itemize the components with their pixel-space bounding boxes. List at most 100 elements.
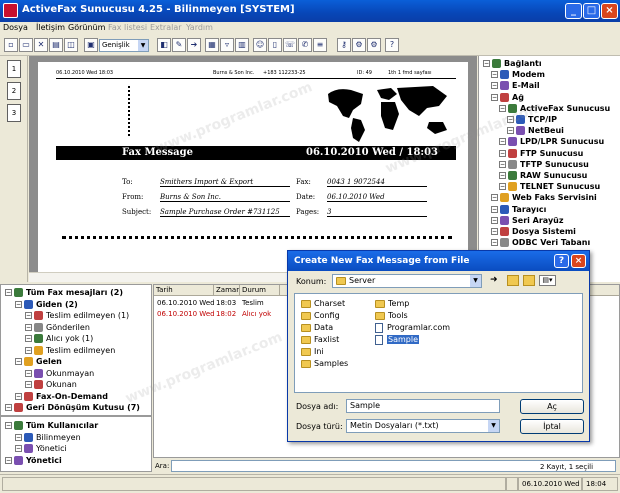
expand-icon[interactable]: − [507,116,514,123]
settings-icon[interactable]: ⚙ [352,38,366,52]
right_tree-item-14[interactable]: − Seri Arayüz [491,215,564,226]
preview-icon[interactable]: ◫ [64,38,78,52]
folder-item[interactable]: Config [301,310,340,321]
fax_tree-item-3[interactable]: − Gönderilen [25,322,90,333]
fax_tree-item-5[interactable]: − Teslim edilmeyen [25,345,115,356]
filetype-select[interactable]: Metin Dosyaları (*.txt) ▼ [346,419,500,433]
options-icon[interactable]: ⚙ [367,38,381,52]
fax_tree-item-1[interactable]: − Giden (2) [15,299,78,310]
new-folder-icon[interactable] [523,275,535,286]
columns-icon[interactable]: ▦ [205,38,219,52]
expand-icon[interactable]: − [15,433,22,441]
right_tree-item-0[interactable]: − Bağlantı [483,58,542,69]
expand-icon[interactable]: − [491,216,498,224]
right_tree-item-5[interactable]: − TCP/IP [507,114,557,125]
image-icon[interactable]: ◧ [157,38,171,52]
expand-icon[interactable]: − [15,300,22,308]
folder-item[interactable]: Samples [301,358,348,369]
expand-icon[interactable]: − [25,312,32,319]
right_tree-item-9[interactable]: − TFTP Sunucusu [499,159,589,170]
address-book-icon[interactable]: ▯ [268,38,282,52]
file-list[interactable]: Charset Config Data Faxlist Ini Samples Temp T… [294,293,583,393]
expand-icon[interactable]: − [491,194,498,202]
expand-icon[interactable]: − [25,381,32,388]
expand-icon[interactable]: − [5,404,12,411]
expand-icon[interactable]: − [491,239,498,247]
folder-item[interactable]: Charset [301,298,345,309]
expand-icon[interactable]: − [491,71,498,79]
menu-4[interactable]: Extralar [150,23,182,32]
expand-icon[interactable]: − [15,392,22,400]
expand-icon[interactable]: − [499,172,506,179]
grid-icon[interactable]: ▥ [235,38,249,52]
expand-icon[interactable]: − [499,183,506,191]
print-icon[interactable]: ▤ [49,38,63,52]
fax_tree-item-2[interactable]: − Teslim edilmeyen (1) [25,310,129,321]
expand-icon[interactable]: − [483,60,490,67]
menu-3[interactable]: Fax listesi [108,23,147,32]
open-icon[interactable]: ▭ [19,38,33,52]
user_tree-item-3[interactable]: − Yönetici [5,455,62,466]
users-icon[interactable]: ☺ [253,38,267,52]
expand-icon[interactable]: − [5,456,12,464]
fax-icon[interactable]: ☏ [283,38,297,52]
user_tree-item-0[interactable]: − Tüm Kullanıcılar [5,420,98,431]
right_tree-item-13[interactable]: − Tarayıcı [491,204,546,215]
expand-icon[interactable]: − [491,82,498,90]
expand-icon[interactable]: − [25,323,32,331]
expand-icon[interactable]: − [491,205,498,213]
expand-icon[interactable]: − [25,369,32,377]
user_tree-item-2[interactable]: − Yönetici [15,443,67,454]
right_tree-item-7[interactable]: − LPD/LPR Sunucusu [499,136,604,147]
up-folder-icon[interactable] [507,275,519,286]
folder-item[interactable]: Faxlist [301,334,339,345]
expand-icon[interactable]: − [15,358,22,365]
minimize-button[interactable]: _ [565,3,582,19]
expand-icon[interactable]: − [25,346,32,354]
folder-item[interactable]: Temp [375,298,409,309]
column-header-time[interactable]: Zaman [214,285,240,296]
dialog-help-button[interactable]: ? [554,254,569,268]
expand-icon[interactable]: − [491,93,498,101]
file-item[interactable]: Programlar.com [375,322,450,333]
right_tree-item-4[interactable]: − ActiveFax Sunucusu [499,103,610,114]
forward-icon[interactable]: ➔ [187,38,201,52]
page-thumbnail-3[interactable]: 3 [7,104,21,122]
new-icon[interactable]: ▫ [4,38,18,52]
user_tree-item-1[interactable]: − Bilinmeyen [15,432,81,443]
fit-page-icon[interactable]: ▣ [84,38,98,52]
edit-icon[interactable]: ✎ [172,38,186,52]
folder-item[interactable]: Ini [301,346,324,357]
fax_tree-item-6[interactable]: − Gelen [15,356,62,367]
expand-icon[interactable]: − [25,335,32,342]
phone-icon[interactable]: ✆ [298,38,312,52]
fax-preview[interactable]: 06.10.2010 Wed 18:03 Burns & Son Inc. +1… [29,56,477,272]
expand-icon[interactable]: − [507,127,514,135]
fax_tree-item-8[interactable]: − Okunan [25,379,77,390]
open-button[interactable]: Aç [520,399,584,414]
view-menu-icon[interactable]: ▤▾ [539,275,556,286]
queue-icon[interactable]: ≡ [313,38,327,52]
right_tree-item-16[interactable]: − ODBC Veri Tabanı [491,237,590,248]
maximize-button[interactable]: □ [583,3,600,19]
right_tree-item-1[interactable]: − Modem [491,69,545,80]
cancel-button[interactable]: İptal [520,419,584,434]
expand-icon[interactable]: − [499,138,506,146]
filter-icon[interactable]: ▿ [220,38,234,52]
menu-2[interactable]: Görünüm [68,23,105,32]
filename-input[interactable]: Sample [346,399,500,413]
right_tree-item-6[interactable]: − NetBeui [507,125,564,136]
menu-1[interactable]: İletişim [36,23,65,32]
lookin-select[interactable]: Server ▼ [332,274,482,288]
fax_tree-item-7[interactable]: − Okunmayan [25,368,94,379]
file-item[interactable]: Sample [375,334,419,345]
right_tree-item-10[interactable]: − RAW Sunucusu [499,170,587,181]
fax_tree-item-4[interactable]: − Alıcı yok (1) [25,333,93,344]
back-icon[interactable]: ➜ [490,275,498,285]
close-button[interactable]: × [601,3,618,19]
expand-icon[interactable]: − [499,149,506,157]
expand-icon[interactable]: − [499,104,506,112]
folder-item[interactable]: Tools [375,310,408,321]
zoom-select[interactable]: Genişlik ▼ [99,39,149,52]
help-icon[interactable]: ? [385,38,399,52]
